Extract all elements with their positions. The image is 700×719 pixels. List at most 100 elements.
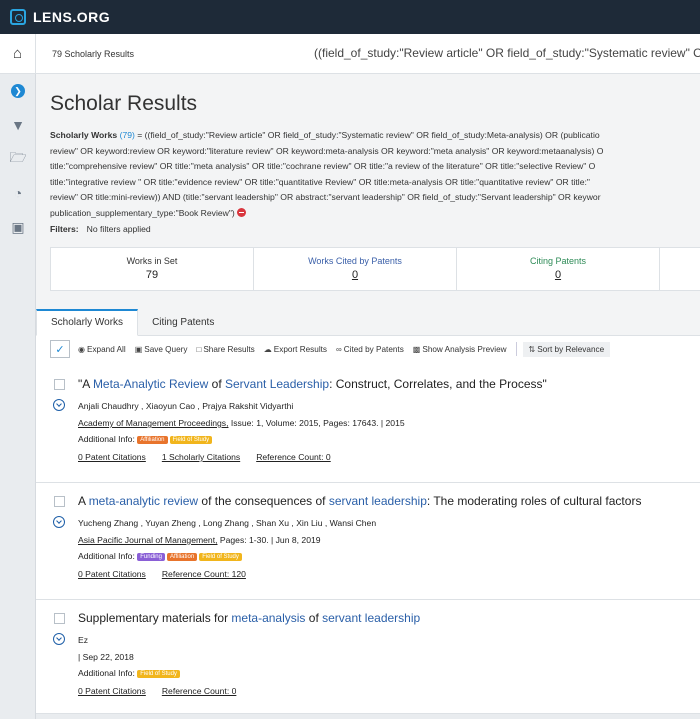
result-title[interactable]: Supplementary materials for meta-analysi… <box>78 611 420 625</box>
tab-scholarly-works[interactable]: Scholarly Works <box>36 309 139 336</box>
sort-icon: ⇅ <box>528 344 536 354</box>
stats-panel: Works in Set 79 Works Cited by Patents 0… <box>50 247 700 291</box>
reference-count-link[interactable]: Reference Count: 120 <box>162 569 246 579</box>
reference-count-link[interactable]: Reference Count: 0 <box>162 686 237 696</box>
result-additional-info: Additional Info: Funding Affiliation Field… <box>78 551 244 561</box>
result-checkbox[interactable] <box>54 613 65 624</box>
result-item: Supplementary materials for meta-analysi… <box>36 600 700 714</box>
share-icon: □ <box>196 344 202 354</box>
result-authors[interactable]: Ez <box>78 635 88 645</box>
patent-citations-link[interactable]: 0 Patent Citations <box>78 686 146 696</box>
query-line: title:"integrative review " OR title:"ev… <box>50 176 590 187</box>
patent-citations-link[interactable]: 0 Patent Citations <box>78 569 146 579</box>
tab-citing-patents[interactable]: Citing Patents <box>138 317 228 335</box>
save-icon: ▣ <box>134 344 143 354</box>
filters: Filters: No filters applied <box>50 224 151 234</box>
result-metrics: 0 Patent Citations Reference Count: 120 <box>78 569 246 579</box>
save-icon[interactable]: ▣ <box>0 210 36 244</box>
lens-logo-icon <box>10 9 26 25</box>
result-additional-info: Additional Info: Field of Study <box>78 668 182 678</box>
stat-label: Works in Set <box>126 256 178 266</box>
export-results-button[interactable]: ☁ Export Results <box>264 345 327 354</box>
filters-label: Filters: <box>50 224 79 234</box>
expand-chevron-icon[interactable] <box>53 399 65 411</box>
results-bottom-edge <box>36 714 700 719</box>
expand-chevron-icon[interactable] <box>53 516 65 528</box>
result-source-line: Academy of Management Proceedings, Issue… <box>78 418 405 428</box>
expand-icon: ◉ <box>78 344 85 354</box>
results-tabs: Scholarly Works Citing Patents <box>36 308 700 336</box>
result-title[interactable]: A meta-analytic review of the consequenc… <box>78 494 641 508</box>
stat-label[interactable]: Works Cited by Patents <box>254 256 456 266</box>
filter-icon[interactable]: ▼ <box>0 108 36 142</box>
query-count[interactable]: (79) <box>120 130 135 140</box>
field-of-study-badge[interactable]: Field of Study <box>137 670 180 678</box>
result-source[interactable]: Asia Pacific Journal of Management, <box>78 535 217 545</box>
reference-count-link[interactable]: Reference Count: 0 <box>256 452 331 462</box>
result-source[interactable]: Academy of Management Proceedings, <box>78 418 228 428</box>
stat-value: 79 <box>145 269 159 281</box>
app-logo[interactable]: LENS.ORG <box>33 9 110 25</box>
query-preview: ((field_of_study:"Review article" OR fie… <box>314 46 700 60</box>
result-details: Issue: 1, Volume: 2015, Pages: 17643. | … <box>230 418 405 428</box>
result-metrics: 0 Patent Citations Reference Count: 0 <box>78 686 236 696</box>
folder-icon[interactable]: 🗁 <box>0 142 36 176</box>
affiliation-badge[interactable]: Affiliation <box>166 553 198 561</box>
funding-badge[interactable]: Funding <box>137 553 165 561</box>
stat-citing-patents[interactable]: Citing Patents 0 <box>457 248 660 290</box>
toolbar-divider <box>515 342 517 356</box>
select-all-checkbox[interactable]: ✓ <box>50 340 70 358</box>
scholarly-citations-link[interactable]: 1 Scholarly Citations <box>162 452 240 462</box>
query-line: review" OR keyword:review OR keyword:"li… <box>50 145 604 156</box>
filters-value: No filters applied <box>86 224 151 234</box>
top-bar: LENS.ORG <box>0 0 700 34</box>
home-icon[interactable]: ⌂ <box>0 33 36 74</box>
result-authors[interactable]: Anjali Chaudhry , Xiaoyun Cao , Prajya R… <box>78 401 293 411</box>
results-panel: ✓ ◉ Expand All ▣ Save Query □ Share Results… <box>36 336 700 719</box>
result-item: "A Meta-Analytic Review of Servant Leade… <box>36 366 700 483</box>
stat-label[interactable]: Citing Patents <box>457 256 659 266</box>
chevron-right-icon[interactable]: ❯ <box>0 74 36 108</box>
result-authors[interactable]: Yucheng Zhang , Yuyan Zheng , Long Zhang… <box>78 518 376 528</box>
save-query-button[interactable]: ▣ Save Query <box>135 345 188 354</box>
stat-value[interactable]: 0 <box>457 269 659 281</box>
query-line: = ((field_of_study:"Review article" OR f… <box>134 130 600 140</box>
result-details: Pages: 1-30. | Jun 8, 2019 <box>219 535 321 545</box>
link-icon: ∞ <box>336 344 342 354</box>
query-label: Scholarly Works <box>50 130 118 140</box>
sort-dropdown[interactable]: ⇅ Sort by Relevance <box>522 341 611 357</box>
stat-works-cited-by-patents[interactable]: Works Cited by Patents 0 <box>254 248 457 290</box>
expand-all-button[interactable]: ◉ Expand All <box>78 345 126 354</box>
result-item: A meta-analytic review of the consequenc… <box>36 483 700 600</box>
result-additional-info: Additional Info: Affiliation Field of Stu… <box>78 434 214 444</box>
remove-query-icon[interactable] <box>237 207 247 217</box>
result-source-line: Asia Pacific Journal of Management, Page… <box>78 535 321 545</box>
query-line: publication_supplementary_type:"Book Rev… <box>50 207 235 218</box>
result-title[interactable]: "A Meta-Analytic Review of Servant Leade… <box>78 377 547 391</box>
stat-works-in-set: Works in Set 79 <box>51 248 254 290</box>
gauge-icon[interactable]: ◔ <box>0 176 36 210</box>
results-toolbar: ✓ ◉ Expand All ▣ Save Query □ Share Results… <box>50 339 700 359</box>
expand-chevron-icon[interactable] <box>53 633 65 645</box>
page-title: Scholar Results <box>50 92 198 115</box>
result-checkbox[interactable] <box>54 496 65 507</box>
sidebar: ❯ ▼ 🗁 ◔ ▣ <box>0 74 36 719</box>
affiliation-badge[interactable]: Affiliation <box>137 436 168 444</box>
show-analysis-preview-button[interactable]: ▩ Show Analysis Preview <box>413 345 507 354</box>
result-checkbox[interactable] <box>54 379 65 390</box>
stat-value[interactable]: 0 <box>254 269 456 281</box>
main-content: Scholar Results Scholarly Works (79) = (… <box>36 74 700 719</box>
chart-icon: ▩ <box>412 344 421 354</box>
cited-by-patents-button[interactable]: ∞ Cited by Patents <box>336 345 404 354</box>
patent-citations-link[interactable]: 0 Patent Citations <box>78 452 146 462</box>
field-of-study-badge[interactable]: Field of Study <box>199 553 242 561</box>
result-metrics: 0 Patent Citations 1 Scholarly Citations R… <box>78 452 331 462</box>
query-line: review" OR title:mini-review)) AND (titl… <box>50 192 601 203</box>
field-of-study-badge[interactable]: Field of Study <box>169 436 213 444</box>
query-line: title:"comprehensive review" OR title:"m… <box>50 161 596 172</box>
breadcrumb-results[interactable]: 79 Scholarly Results <box>36 49 134 59</box>
cloud-download-icon: ☁ <box>263 344 272 354</box>
query-text: Scholarly Works (79) = ((field_of_study:… <box>50 128 700 222</box>
share-results-button[interactable]: □ Share Results <box>196 345 254 354</box>
result-details: | Sep 22, 2018 <box>78 652 134 662</box>
